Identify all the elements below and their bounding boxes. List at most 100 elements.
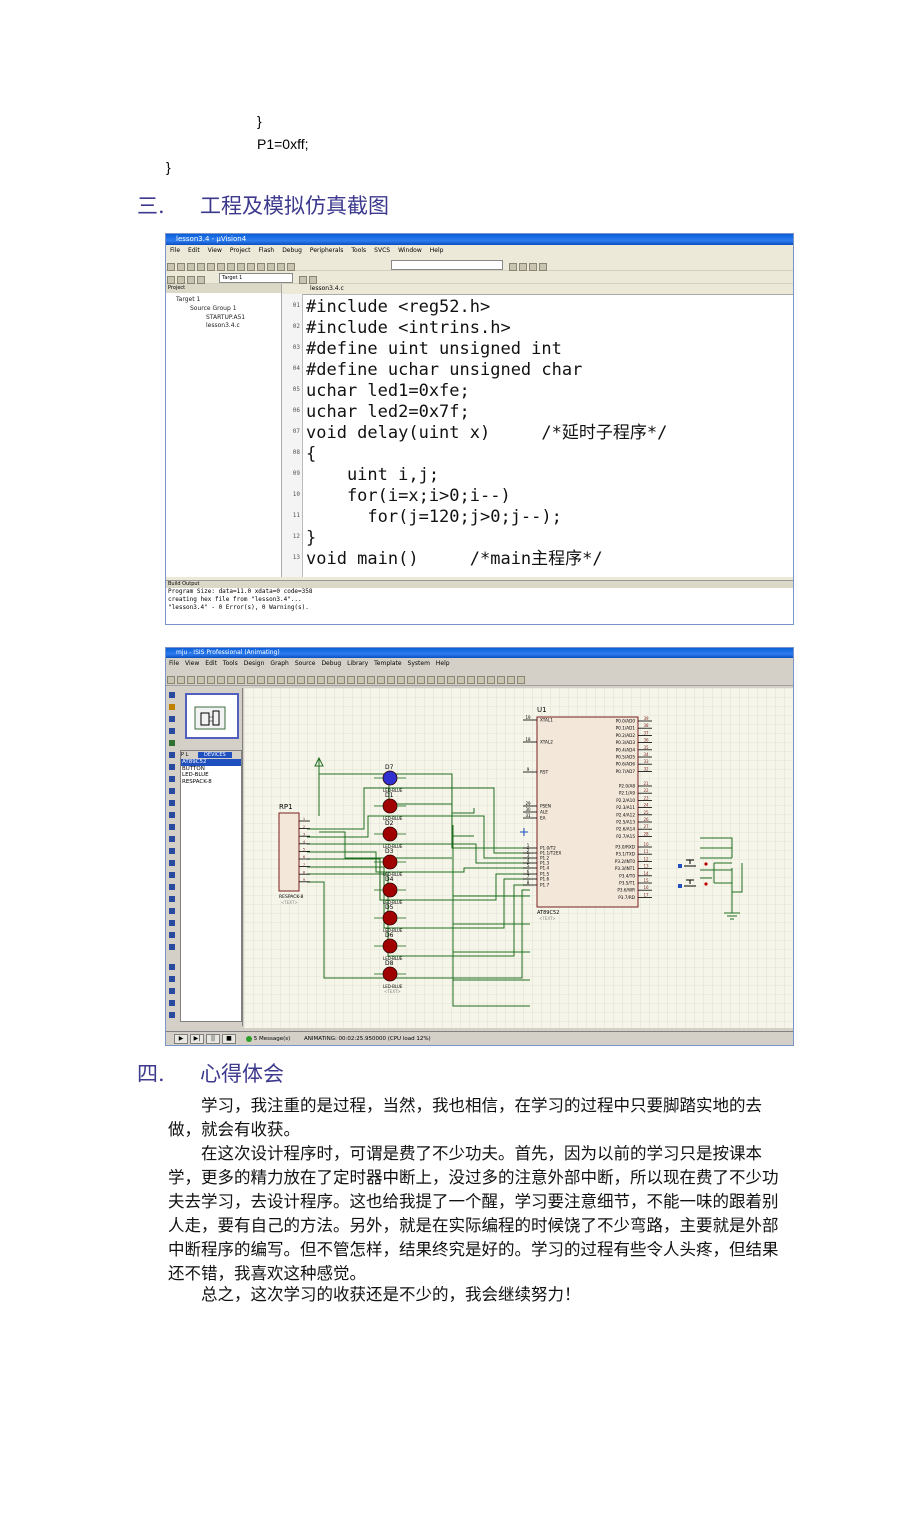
menu-debug[interactable]: Debug	[282, 247, 302, 254]
find-combo[interactable]	[391, 260, 504, 270]
overview-preview[interactable]	[185, 693, 239, 739]
indent-icon[interactable]	[277, 263, 285, 271]
target-select[interactable]: Target 1	[219, 273, 294, 283]
translate-icon[interactable]	[167, 276, 175, 284]
exit-to-parent-icon[interactable]	[487, 676, 495, 684]
new-sheet-icon[interactable]	[467, 676, 475, 684]
print-icon[interactable]	[217, 676, 225, 684]
remove-sheet-icon[interactable]	[477, 676, 485, 684]
erc-icon[interactable]	[507, 676, 515, 684]
breakpoint-icon[interactable]	[519, 263, 528, 271]
menu-file[interactable]: File	[170, 247, 180, 254]
decompose-icon[interactable]	[427, 676, 435, 684]
menu-svcs[interactable]: SVCS	[374, 247, 390, 254]
block-rotate-icon[interactable]	[377, 676, 385, 684]
find-icon[interactable]	[257, 263, 265, 271]
bom-icon[interactable]	[497, 676, 505, 684]
menu-help[interactable]: Help	[436, 660, 450, 667]
refresh-icon[interactable]	[227, 676, 235, 684]
zoom-all-icon[interactable]	[287, 676, 295, 684]
paste-icon[interactable]	[347, 676, 355, 684]
unindent-icon[interactable]	[287, 263, 295, 271]
menu-template[interactable]: Template	[374, 660, 401, 667]
menu-debug[interactable]: Debug	[321, 660, 341, 667]
menu-view[interactable]: View	[185, 660, 199, 667]
paste-icon[interactable]	[227, 263, 235, 271]
block-copy-icon[interactable]	[357, 676, 365, 684]
pick-device-icon[interactable]	[397, 676, 405, 684]
menu-project[interactable]: Project	[230, 247, 251, 254]
zoom-area-icon[interactable]	[297, 676, 305, 684]
make-device-icon[interactable]	[407, 676, 415, 684]
tree-target[interactable]: Target 1	[176, 296, 200, 303]
target-options-icon[interactable]	[299, 276, 308, 284]
search-icon[interactable]	[447, 676, 455, 684]
library-button[interactable]: L	[186, 752, 189, 758]
open-icon[interactable]	[177, 676, 185, 684]
save-all-icon[interactable]	[197, 263, 205, 271]
messages-count[interactable]: 5 Message(s)	[254, 1036, 291, 1042]
menu-view[interactable]: View	[208, 247, 222, 254]
new-icon[interactable]	[167, 676, 175, 684]
undo-icon[interactable]	[237, 263, 245, 271]
stop-button[interactable]: ■	[222, 1034, 236, 1044]
editor-tab[interactable]: lesson3.4.c	[282, 284, 793, 295]
zoom-in-icon[interactable]	[267, 676, 275, 684]
menu-tools[interactable]: Tools	[351, 247, 366, 254]
menu-graph[interactable]: Graph	[270, 660, 288, 667]
tree-lesson-file[interactable]: lesson3.4.c	[206, 322, 240, 329]
menu-help[interactable]: Help	[430, 247, 444, 254]
block-move-icon[interactable]	[367, 676, 375, 684]
zoom-icon[interactable]	[539, 263, 548, 271]
save-icon[interactable]	[187, 676, 195, 684]
pause-button[interactable]: ||	[206, 1034, 220, 1044]
redo-icon[interactable]	[317, 676, 325, 684]
menu-tools[interactable]: Tools	[223, 660, 238, 667]
rebuild-icon[interactable]	[187, 276, 195, 284]
settings-icon[interactable]	[529, 263, 538, 271]
menu-edit[interactable]: Edit	[205, 660, 217, 667]
save-icon[interactable]	[187, 263, 195, 271]
menu-design[interactable]: Design	[244, 660, 265, 667]
device-item[interactable]: RESPACK-8	[181, 779, 241, 786]
copy-icon[interactable]	[217, 263, 225, 271]
tree-source-group[interactable]: Source Group 1	[190, 305, 237, 312]
play-button[interactable]: ▶	[174, 1034, 188, 1044]
code-editor[interactable]: lesson3.4.c 01 02 03 04 05 06 07 08 09 1…	[282, 284, 793, 577]
menu-flash[interactable]: Flash	[258, 247, 274, 254]
grid-icon[interactable]	[237, 676, 245, 684]
menu-peripherals[interactable]: Peripherals	[310, 247, 343, 254]
export-icon[interactable]	[207, 676, 215, 684]
debug-icon[interactable]	[509, 263, 518, 271]
manage-components-icon[interactable]	[309, 276, 318, 284]
mcu-at89c52[interactable]: U1 AT89C52 <TEXT> 19 XTAL118 XTAL29 RST29 PS…	[523, 706, 652, 921]
new-file-icon[interactable]	[167, 263, 175, 271]
cut-icon[interactable]	[207, 263, 215, 271]
undo-icon[interactable]	[307, 676, 315, 684]
menu-file[interactable]: File	[169, 660, 179, 667]
origin-icon[interactable]	[247, 676, 255, 684]
bookmark-icon[interactable]	[267, 263, 275, 271]
menu-source[interactable]: Source	[295, 660, 316, 667]
package-icon[interactable]	[417, 676, 425, 684]
menu-edit[interactable]: Edit	[188, 247, 200, 254]
pan-icon[interactable]	[257, 676, 265, 684]
cut-icon[interactable]	[327, 676, 335, 684]
step-button[interactable]: ▶|	[190, 1034, 204, 1044]
pick-button[interactable]: P	[181, 752, 184, 758]
netlist-icon[interactable]	[517, 676, 525, 684]
property-tool-icon[interactable]	[457, 676, 465, 684]
copy-icon[interactable]	[337, 676, 345, 684]
build-icon[interactable]	[177, 276, 185, 284]
open-file-icon[interactable]	[177, 263, 185, 271]
zoom-out-icon[interactable]	[277, 676, 285, 684]
redo-icon[interactable]	[247, 263, 255, 271]
menu-window[interactable]: Window	[398, 247, 422, 254]
schematic-sheet[interactable]: U1 AT89C52 <TEXT> 19 XTAL118 XTAL29 RST29 PS…	[244, 688, 793, 1028]
tree-startup-file[interactable]: STARTUP.A51	[206, 314, 245, 321]
download-icon[interactable]	[197, 276, 205, 284]
wire-autorouter-icon[interactable]	[437, 676, 445, 684]
import-icon[interactable]	[197, 676, 205, 684]
menu-library[interactable]: Library	[347, 660, 368, 667]
menu-system[interactable]: System	[408, 660, 430, 667]
